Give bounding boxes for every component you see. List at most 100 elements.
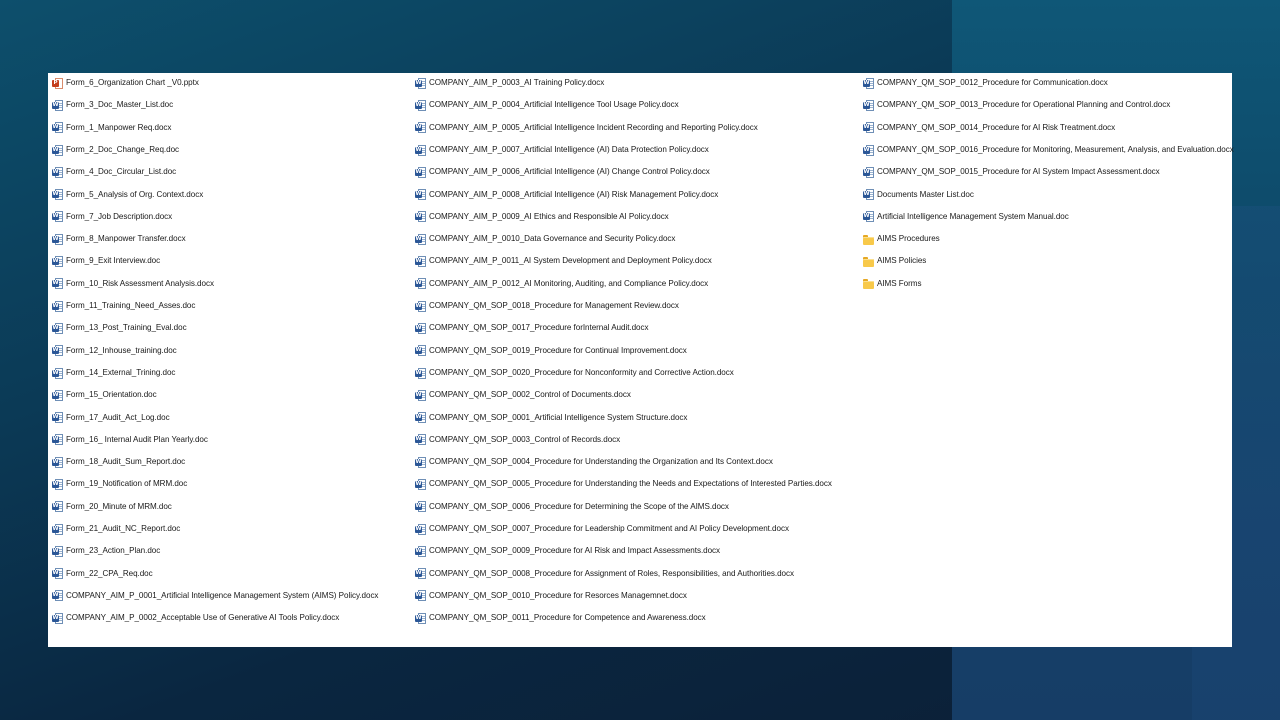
- file-item[interactable]: W COMPANY_QM_SOP_0010_Procedure for Resor…: [415, 585, 860, 607]
- folder-item[interactable]: AIMS Forms: [863, 273, 1232, 295]
- file-item[interactable]: W Form_15_Orientation.doc: [52, 384, 412, 406]
- file-item[interactable]: W Form_10_Risk Assessment Analysis.docx: [52, 273, 412, 295]
- file-item[interactable]: W COMPANY_AIM_P_0012_AI Monitoring, Audit…: [415, 273, 860, 295]
- word-document-icon: W: [415, 612, 426, 624]
- file-item[interactable]: W COMPANY_QM_SOP_0006_Procedure for Deter…: [415, 496, 860, 518]
- file-item[interactable]: W COMPANY_QM_SOP_0020_Procedure for Nonco…: [415, 362, 860, 384]
- file-item[interactable]: W COMPANY_QM_SOP_0017_Procedure forIntern…: [415, 317, 860, 339]
- file-item[interactable]: W Form_8_Manpower Transfer.docx: [52, 228, 412, 250]
- word-document-icon: W: [415, 345, 426, 357]
- word-document-icon: W: [415, 166, 426, 178]
- file-column-2: W COMPANY_AIM_P_0003_AI Training Policy.d…: [415, 73, 860, 629]
- file-item[interactable]: W COMPANY_AIM_P_0003_AI Training Policy.d…: [415, 72, 860, 94]
- word-document-icon: W: [415, 189, 426, 201]
- file-name: Form_11_Training_Need_Asses.doc: [66, 301, 196, 311]
- file-name: Form_2_Doc_Change_Req.doc: [66, 144, 180, 154]
- file-name: COMPANY_AIM_P_0011_AI System Development…: [429, 256, 712, 266]
- file-item[interactable]: W Form_22_CPA_Req.doc: [52, 563, 412, 585]
- word-document-icon: W: [415, 233, 426, 245]
- file-name: COMPANY_AIM_P_0006_Artificial Intelligen…: [429, 167, 710, 177]
- file-name: COMPANY_AIM_P_0012_AI Monitoring, Auditi…: [429, 278, 709, 288]
- word-document-icon: W: [52, 612, 63, 624]
- file-item[interactable]: W Form_13_Post_Training_Eval.doc: [52, 317, 412, 339]
- file-item[interactable]: W Form_3_Doc_Master_List.doc: [52, 94, 412, 116]
- file-item[interactable]: W COMPANY_QM_SOP_0007_Procedure for Leade…: [415, 518, 860, 540]
- file-item[interactable]: W Form_20_Minute of MRM.doc: [52, 496, 412, 518]
- word-document-icon: W: [52, 233, 63, 245]
- file-item[interactable]: W Form_17_Audit_Act_Log.doc: [52, 406, 412, 428]
- file-name: Form_15_Orientation.doc: [66, 390, 157, 400]
- file-column-1: P Form_6_Organization Chart _V0.pptx W Form…: [52, 73, 412, 629]
- file-item[interactable]: W Form_14_External_Trining.doc: [52, 362, 412, 384]
- file-item[interactable]: W COMPANY_AIM_P_0007_Artificial Intellige…: [415, 139, 860, 161]
- file-name: COMPANY_AIM_P_0004_Artificial Intelligen…: [429, 100, 679, 110]
- file-item[interactable]: W COMPANY_QM_SOP_0004_Procedure for Under…: [415, 451, 860, 473]
- file-item[interactable]: W COMPANY_AIM_P_0011_AI System Developmen…: [415, 250, 860, 272]
- file-item[interactable]: W Form_19_Notification of MRM.doc: [52, 473, 412, 495]
- file-item[interactable]: W COMPANY_QM_SOP_0013_Procedure for Opera…: [863, 94, 1232, 116]
- folder-item[interactable]: AIMS Policies: [863, 250, 1232, 272]
- file-name: COMPANY_AIM_P_0002_Acceptable Use of Gen…: [66, 613, 340, 623]
- word-document-icon: W: [52, 434, 63, 446]
- file-item[interactable]: W Form_4_Doc_Circular_List.doc: [52, 161, 412, 183]
- word-document-icon: W: [52, 144, 63, 156]
- file-name: COMPANY_QM_SOP_0003_Control of Records.d…: [429, 434, 621, 444]
- file-item[interactable]: P Form_6_Organization Chart _V0.pptx: [52, 72, 412, 94]
- file-item[interactable]: W COMPANY_AIM_P_0006_Artificial Intellige…: [415, 161, 860, 183]
- file-name: COMPANY_QM_SOP_0010_Procedure for Resorc…: [429, 590, 687, 600]
- file-item[interactable]: W COMPANY_QM_SOP_0019_Procedure for Conti…: [415, 340, 860, 362]
- file-item[interactable]: W COMPANY_AIM_P_0001_Artificial Intellige…: [52, 585, 412, 607]
- file-item[interactable]: W Form_21_Audit_NC_Report.doc: [52, 518, 412, 540]
- file-item[interactable]: W COMPANY_AIM_P_0008_Artificial Intellige…: [415, 183, 860, 205]
- file-item[interactable]: W COMPANY_QM_SOP_0005_Procedure for Under…: [415, 473, 860, 495]
- file-name: COMPANY_QM_SOP_0015_Procedure for AI Sys…: [877, 167, 1160, 177]
- file-item[interactable]: W COMPANY_QM_SOP_0012_Procedure for Commu…: [863, 72, 1232, 94]
- file-item[interactable]: W Artificial Intelligence Management Syst…: [863, 206, 1232, 228]
- file-name: Form_6_Organization Chart _V0.pptx: [66, 78, 199, 88]
- file-item[interactable]: W COMPANY_AIM_P_0009_AI Ethics and Respon…: [415, 206, 860, 228]
- word-document-icon: W: [52, 568, 63, 580]
- file-name: COMPANY_QM_SOP_0006_Procedure for Determ…: [429, 501, 729, 511]
- file-item[interactable]: W COMPANY_QM_SOP_0008_Procedure for Assig…: [415, 563, 860, 585]
- file-item[interactable]: W Form_11_Training_Need_Asses.doc: [52, 295, 412, 317]
- file-item[interactable]: W COMPANY_QM_SOP_0003_Control of Records.…: [415, 429, 860, 451]
- file-item[interactable]: W COMPANY_QM_SOP_0002_Control of Document…: [415, 384, 860, 406]
- file-item[interactable]: W Form_16_ Internal Audit Plan Yearly.doc: [52, 429, 412, 451]
- word-document-icon: W: [415, 389, 426, 401]
- file-item[interactable]: W Form_5_Analysis of Org. Context.docx: [52, 183, 412, 205]
- file-item[interactable]: W COMPANY_QM_SOP_0014_Procedure for AI Ri…: [863, 117, 1232, 139]
- file-item[interactable]: W Documents Master List.doc: [863, 183, 1232, 205]
- file-item[interactable]: W COMPANY_AIM_P_0005_Artificial Intellige…: [415, 117, 860, 139]
- file-item[interactable]: W COMPANY_AIM_P_0010_Data Governance and …: [415, 228, 860, 250]
- word-document-icon: W: [52, 412, 63, 424]
- file-name: Documents Master List.doc: [877, 189, 974, 199]
- word-document-icon: W: [415, 122, 426, 134]
- file-item[interactable]: W Form_23_Action_Plan.doc: [52, 540, 412, 562]
- word-document-icon: W: [863, 166, 874, 178]
- file-item[interactable]: W Form_2_Doc_Change_Req.doc: [52, 139, 412, 161]
- file-name: COMPANY_QM_SOP_0009_Procedure for AI Ris…: [429, 546, 721, 556]
- file-item[interactable]: W Form_9_Exit Interview.doc: [52, 250, 412, 272]
- file-item[interactable]: W COMPANY_QM_SOP_0016_Procedure for Monit…: [863, 139, 1234, 161]
- folder-item[interactable]: AIMS Procedures: [863, 228, 1232, 250]
- file-item[interactable]: W Form_1_Manpower Req.docx: [52, 117, 412, 139]
- file-name: Form_22_CPA_Req.doc: [66, 568, 153, 578]
- folder-icon: [863, 234, 874, 245]
- word-document-icon: W: [415, 523, 426, 535]
- file-name: Form_9_Exit Interview.doc: [66, 256, 161, 266]
- file-item[interactable]: W Form_7_Job Description.docx: [52, 206, 412, 228]
- file-item[interactable]: W COMPANY_QM_SOP_0009_Procedure for AI Ri…: [415, 540, 860, 562]
- file-item[interactable]: W COMPANY_QM_SOP_0001_Artificial Intellig…: [415, 406, 860, 428]
- file-name: COMPANY_AIM_P_0003_AI Training Policy.do…: [429, 78, 605, 88]
- file-item[interactable]: W COMPANY_AIM_P_0004_Artificial Intellige…: [415, 94, 860, 116]
- word-document-icon: W: [415, 322, 426, 334]
- file-item[interactable]: W COMPANY_QM_SOP_0011_Procedure for Compe…: [415, 607, 860, 629]
- file-item[interactable]: W COMPANY_QM_SOP_0015_Procedure for AI Sy…: [863, 161, 1232, 183]
- file-item[interactable]: W COMPANY_QM_SOP_0018_Procedure for Manag…: [415, 295, 860, 317]
- word-document-icon: W: [415, 434, 426, 446]
- folder-name: AIMS Policies: [877, 256, 927, 266]
- file-name: COMPANY_AIM_P_0005_Artificial Intelligen…: [429, 122, 758, 132]
- file-item[interactable]: W Form_18_Audit_Sum_Report.doc: [52, 451, 412, 473]
- file-item[interactable]: W Form_12_Inhouse_training.doc: [52, 340, 412, 362]
- file-item[interactable]: W COMPANY_AIM_P_0002_Acceptable Use of Ge…: [52, 607, 412, 629]
